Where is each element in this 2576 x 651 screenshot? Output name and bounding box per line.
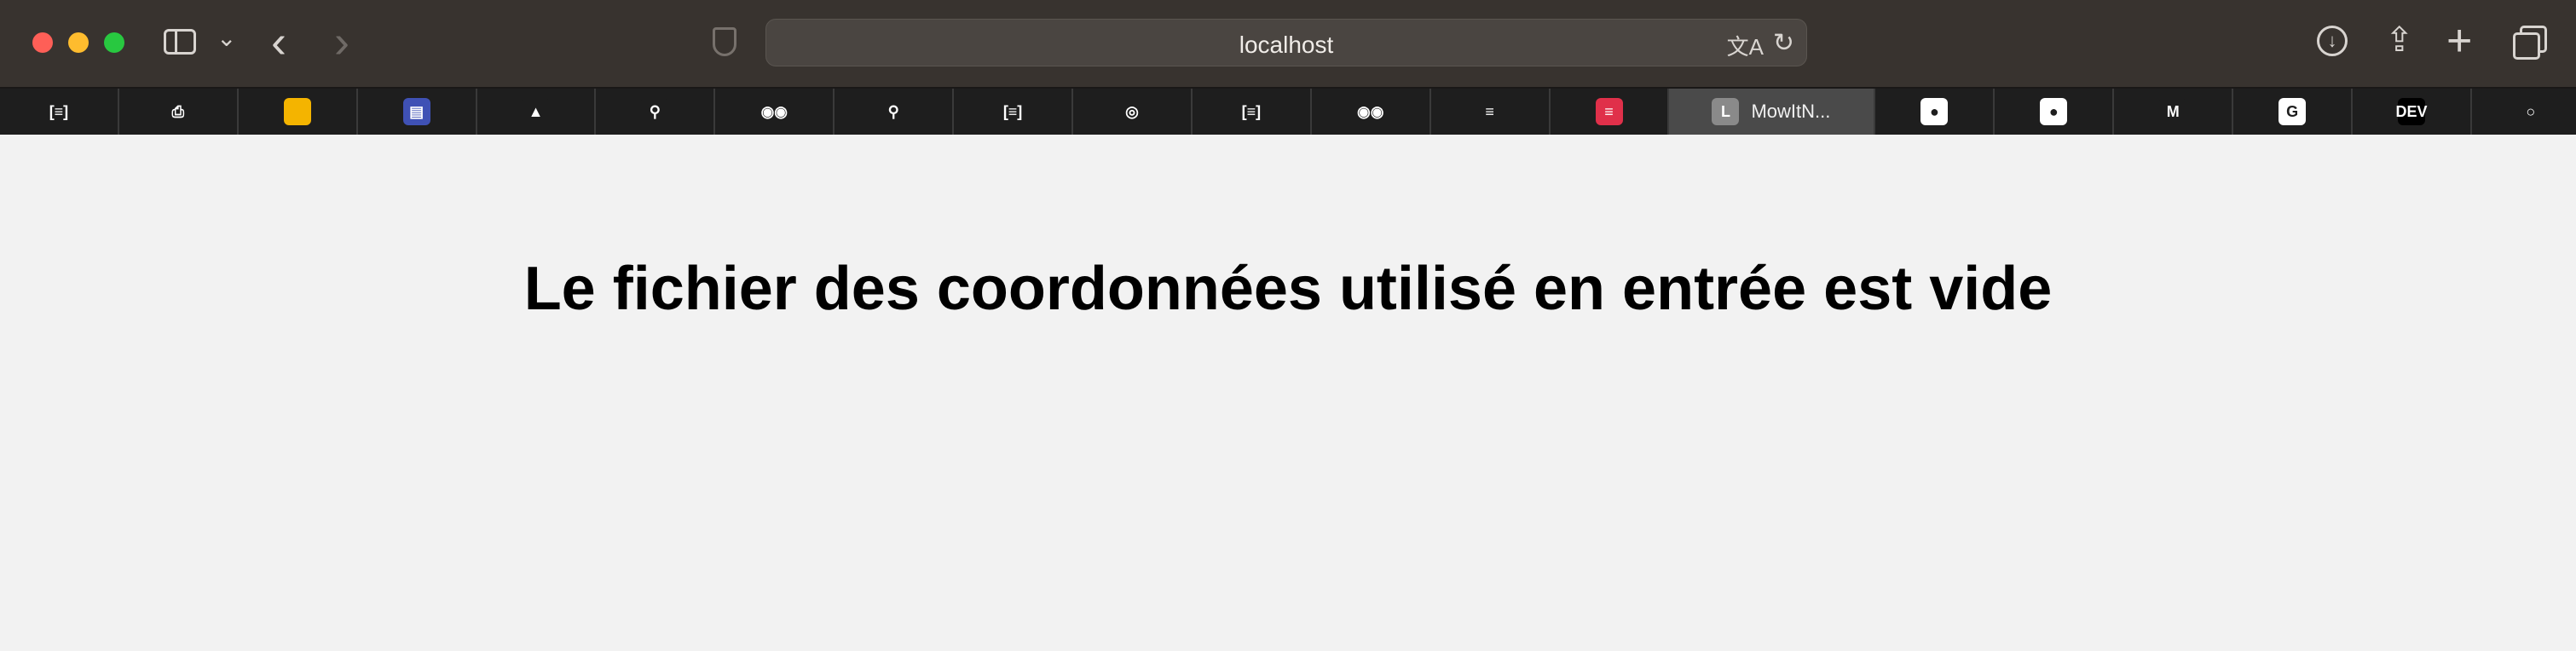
tab[interactable]: M bbox=[2114, 89, 2234, 135]
forward-arrow-icon[interactable]: › bbox=[334, 15, 349, 68]
tab[interactable] bbox=[239, 89, 358, 135]
dev-icon: DEV bbox=[2395, 98, 2427, 125]
slides-icon bbox=[283, 98, 311, 125]
chevron-down-icon[interactable]: ⌄ bbox=[217, 24, 236, 52]
close-window-button[interactable] bbox=[32, 32, 53, 53]
tab[interactable]: ● bbox=[1875, 89, 1996, 135]
tab[interactable]: G bbox=[2233, 89, 2354, 135]
reload-icon[interactable]: ↻ bbox=[1773, 28, 1794, 58]
minimize-window-button[interactable] bbox=[68, 32, 89, 53]
reader-icon: [≡] bbox=[44, 98, 72, 125]
back-arrow-icon[interactable]: ‹ bbox=[271, 15, 286, 68]
location-pin-icon: ⚲ bbox=[641, 98, 669, 125]
tab[interactable]: ○ bbox=[2472, 89, 2576, 135]
tab[interactable]: ◉◉ bbox=[715, 89, 835, 135]
share-icon[interactable]: ⇪ bbox=[2385, 20, 2414, 60]
calendar-app-icon: ▤ bbox=[402, 98, 430, 125]
printer-icon: ⎙ bbox=[164, 98, 192, 125]
gmail-icon: M bbox=[2159, 98, 2187, 125]
tab[interactable]: ◎ bbox=[1073, 89, 1193, 135]
tab[interactable]: ▲ bbox=[477, 89, 597, 135]
green-circle-icon: ◎ bbox=[1118, 98, 1146, 125]
eyes-icon: ◉◉ bbox=[1356, 98, 1384, 125]
sidebar-toggle-icon[interactable] bbox=[164, 29, 196, 55]
tab[interactable]: ● bbox=[1995, 89, 2115, 135]
tab[interactable]: [≡] bbox=[954, 89, 1074, 135]
location-pin-icon: ⚲ bbox=[880, 98, 908, 125]
tab-label: MowItN... bbox=[1751, 101, 1831, 122]
url-text: localhost bbox=[1239, 32, 1334, 58]
maximize-window-button[interactable] bbox=[104, 32, 124, 53]
tab-bar: [≡] ⎙ ▤ ▲ ⚲ ◉◉ ⚲ [≡] ◎ [≡] ◉◉ ≡ ≡ L MowItN... ● ● M G DEV ○ bbox=[0, 89, 2576, 135]
tab[interactable]: ⎙ bbox=[119, 89, 239, 135]
tab[interactable]: [≡] bbox=[1193, 89, 1312, 135]
tab[interactable]: ⚲ bbox=[596, 89, 716, 135]
github-icon: ● bbox=[1920, 98, 1949, 125]
google-icon: G bbox=[2279, 98, 2307, 125]
eyes-icon: ◉◉ bbox=[760, 98, 788, 125]
reader-icon: [≡] bbox=[999, 98, 1027, 125]
red-reader-icon: ≡ bbox=[1595, 98, 1623, 125]
tab[interactable]: DEV bbox=[2353, 89, 2472, 135]
new-tab-icon[interactable]: + bbox=[2446, 15, 2472, 66]
tab[interactable]: ≡ bbox=[1431, 89, 1551, 135]
page-content: Le fichier des coordonnées utilisé en en… bbox=[0, 135, 2576, 651]
download-icon[interactable]: ↓ bbox=[2317, 26, 2348, 56]
browser-toolbar: ⌄ ‹ › localhost 文A ↻ ↓ ⇪ + bbox=[0, 0, 2576, 89]
tab-overview-icon[interactable] bbox=[2513, 26, 2547, 60]
stack-overflow-icon: ≡ bbox=[1476, 98, 1504, 125]
translate-icon[interactable]: 文A bbox=[1727, 30, 1764, 61]
privacy-shield-icon[interactable] bbox=[713, 27, 736, 56]
tab[interactable]: ◉◉ bbox=[1312, 89, 1431, 135]
tab-active[interactable]: L MowItN... bbox=[1669, 89, 1876, 135]
circle-app-icon: ○ bbox=[2516, 98, 2544, 125]
letter-l-icon: L bbox=[1712, 98, 1740, 125]
address-bar[interactable]: localhost 文A ↻ bbox=[765, 19, 1807, 66]
reader-icon: [≡] bbox=[1237, 98, 1265, 125]
tab[interactable]: [≡] bbox=[0, 89, 119, 135]
page-heading: Le fichier des coordonnées utilisé en en… bbox=[523, 255, 2053, 323]
window-controls bbox=[32, 32, 124, 53]
tab[interactable]: ⚲ bbox=[835, 89, 955, 135]
github-icon: ● bbox=[2040, 98, 2068, 125]
tab[interactable]: ▤ bbox=[358, 89, 477, 135]
tab[interactable]: ≡ bbox=[1551, 89, 1670, 135]
google-drive-icon: ▲ bbox=[522, 98, 550, 125]
